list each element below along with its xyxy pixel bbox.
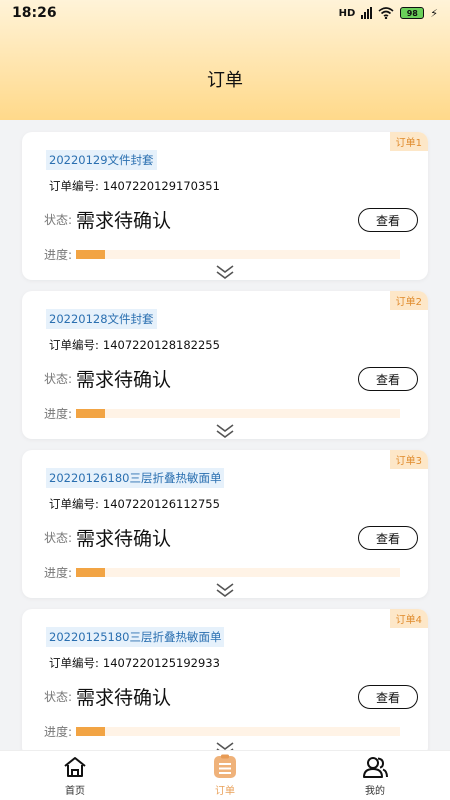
status-row: 状态: 需求待确认 [44,365,171,392]
order-tag: 订单2 [389,291,428,310]
order-number: 1407220125192933 [102,656,220,670]
progress-label: 进度: [44,566,73,580]
progress-label: 进度: [44,248,73,262]
order-tag: 订单1 [389,132,428,151]
profile-icon [362,754,388,780]
status-value: 需求待确认 [76,369,172,391]
order-card: 订单4 20220125180三层折叠热敏面单 订单编号: 14072201251… [22,609,428,750]
status-label: 状态: [44,372,73,386]
order-tag: 订单3 [389,450,428,469]
home-icon [62,754,88,780]
status-value: 需求待确认 [76,687,172,709]
signal-icon [361,7,373,19]
status-value: 需求待确认 [76,210,172,232]
progress-label: 进度: [44,725,73,739]
order-number-row: 订单编号: 1407220128182255 [49,337,220,353]
progress-fill [76,250,106,259]
progress-bar [76,568,401,577]
progress-fill [76,727,106,736]
tab-label: 首页 [65,786,85,797]
tab-profile[interactable]: 我的 [330,754,420,797]
order-list[interactable]: 订单1 20220129文件封套 订单编号: 1407220129170351 状… [0,120,450,750]
order-number-label: 订单编号: [49,656,99,670]
progress-label: 进度: [44,407,73,421]
order-number-row: 订单编号: 1407220126112755 [49,496,220,512]
network-label: HD [338,7,356,19]
order-title: 20220125180三层折叠热敏面单 [46,627,225,647]
progress-row: 进度: [44,405,401,422]
progress-bar [76,727,401,736]
progress-row: 进度: [44,246,401,263]
order-number-label: 订单编号: [49,179,99,193]
status-row: 状态: 需求待确认 [44,206,171,233]
order-title: 20220126180三层折叠热敏面单 [46,468,225,488]
order-card: 订单2 20220128文件封套 订单编号: 1407220128182255 状… [22,291,428,439]
wifi-icon [378,7,394,19]
expand-chevron-icon[interactable] [215,264,235,280]
order-number-row: 订单编号: 1407220125192933 [49,655,220,671]
order-card: 订单3 20220126180三层折叠热敏面单 订单编号: 14072201261… [22,450,428,598]
tab-label: 我的 [365,786,385,797]
tab-label: 订单 [215,786,235,797]
battery-icon: 98 [400,7,425,19]
order-number-label: 订单编号: [49,338,99,352]
expand-chevron-icon[interactable] [215,423,235,439]
progress-fill [76,568,106,577]
progress-bar [76,409,401,418]
status-time: 18:26 [12,5,57,21]
status-row: 状态: 需求待确认 [44,524,171,551]
charging-icon: ⚡ [430,6,438,20]
order-title: 20220128文件封套 [46,309,157,329]
order-number: 1407220129170351 [102,179,220,193]
progress-fill [76,409,106,418]
status-bar: 18:26 HD 98 ⚡ [0,0,450,26]
view-button[interactable]: 查看 [358,208,418,232]
orders-icon [212,754,238,780]
order-number: 1407220128182255 [102,338,220,352]
status-icons: HD 98 ⚡ [339,7,438,20]
header: 18:26 HD 98 ⚡ 订单 [0,0,450,120]
order-title: 20220129文件封套 [46,150,157,170]
status-label: 状态: [44,213,73,227]
order-tag: 订单4 [389,609,428,628]
progress-row: 进度: [44,723,401,740]
page-title: 订单 [207,70,243,91]
progress-row: 进度: [44,564,401,581]
order-card: 订单1 20220129文件封套 订单编号: 1407220129170351 状… [22,132,428,280]
view-button[interactable]: 查看 [358,526,418,550]
progress-bar [76,250,401,259]
status-row: 状态: 需求待确认 [44,683,171,710]
order-number-row: 订单编号: 1407220129170351 [49,178,220,194]
tab-home[interactable]: 首页 [30,754,120,797]
expand-chevron-icon[interactable] [215,741,235,750]
status-value: 需求待确认 [76,528,172,550]
status-label: 状态: [44,690,73,704]
order-number-label: 订单编号: [49,497,99,511]
view-button[interactable]: 查看 [358,685,418,709]
status-label: 状态: [44,531,73,545]
view-button[interactable]: 查看 [358,367,418,391]
tab-orders[interactable]: 订单 [180,754,270,797]
order-number: 1407220126112755 [102,497,220,511]
bottom-tab-bar: 首页 订单 我的 [0,750,450,800]
expand-chevron-icon[interactable] [215,582,235,598]
